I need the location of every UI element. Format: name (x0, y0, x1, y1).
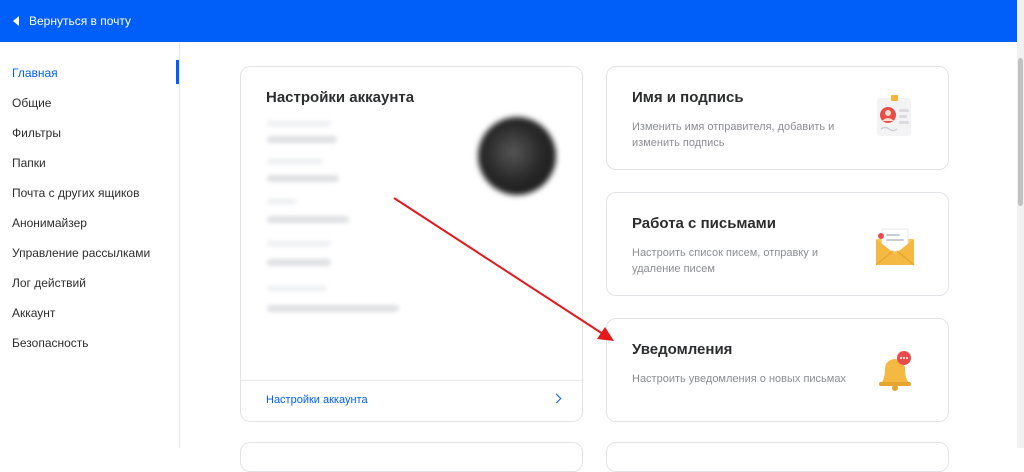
sidebar-active-indicator (176, 60, 179, 84)
sidebar-item-other-mailboxes[interactable]: Почта с других ящиков (12, 186, 139, 200)
top-bar: Вернуться в почту (0, 0, 1017, 42)
sidebar-item-account[interactable]: Аккаунт (12, 306, 55, 320)
sidebar-item-folders[interactable]: Папки (12, 156, 46, 170)
back-to-mail-link[interactable]: Вернуться в почту (13, 14, 131, 28)
sidebar-item-anonymizer[interactable]: Анонимайзер (12, 216, 87, 230)
envelope-icon (875, 228, 915, 266)
account-card-title: Настройки аккаунта (266, 89, 415, 106)
settings-sidebar: Главная Общие Фильтры Папки Почта с друг… (0, 42, 180, 448)
blurred-field-value (267, 305, 399, 312)
sidebar-item-activity-log[interactable]: Лог действий (12, 276, 86, 290)
scrollbar-thumb[interactable] (1018, 58, 1023, 206)
blurred-field-value (267, 259, 331, 266)
sidebar-item-general[interactable]: Общие (12, 96, 51, 110)
avatar (478, 117, 556, 195)
back-arrow-icon (13, 16, 19, 26)
letters-desc: Настроить список писем, отправку и удале… (632, 247, 818, 275)
blurred-field-value (267, 136, 337, 143)
blurred-field-label (267, 121, 331, 126)
letters-title: Работа с письмами (632, 215, 776, 232)
sidebar-item-main[interactable]: Главная (12, 66, 58, 80)
back-to-mail-label: Вернуться в почту (29, 14, 132, 28)
blurred-field-label (267, 241, 331, 246)
sidebar-item-filters[interactable]: Фильтры (12, 126, 61, 140)
name-signature-title: Имя и подпись (632, 89, 744, 106)
sidebar-item-subscriptions[interactable]: Управление рассылками (12, 246, 150, 260)
notifications-card[interactable]: Уведомления Настроить уведомления о новы… (606, 318, 949, 422)
card-divider (241, 380, 582, 381)
notifications-desc: Настроить уведомления о новых письмах (632, 373, 846, 385)
blurred-field-value (267, 175, 339, 182)
blurred-field-value (267, 216, 349, 223)
name-signature-desc: Изменить имя отправителя, добавить и изм… (632, 121, 835, 149)
sidebar-item-security[interactable]: Безопасность (12, 336, 89, 350)
blurred-field-label (267, 159, 323, 164)
next-card-right (606, 442, 949, 472)
letters-card[interactable]: Работа с письмами Настроить список писем… (606, 192, 949, 296)
id-card-icon (877, 95, 911, 136)
account-settings-link[interactable]: Настройки аккаунта (266, 394, 368, 406)
bell-icon (879, 351, 911, 391)
blurred-field-label (267, 286, 327, 291)
blurred-field-label (267, 199, 297, 204)
account-settings-card: Настройки аккаунта Настройки аккаунта (240, 66, 583, 422)
chevron-right-icon[interactable] (551, 393, 562, 404)
page-scrollbar[interactable] (1017, 0, 1024, 448)
next-card-left (240, 442, 583, 472)
name-signature-card[interactable]: Имя и подпись Изменить имя отправителя, … (606, 66, 949, 170)
notifications-title: Уведомления (632, 341, 733, 358)
